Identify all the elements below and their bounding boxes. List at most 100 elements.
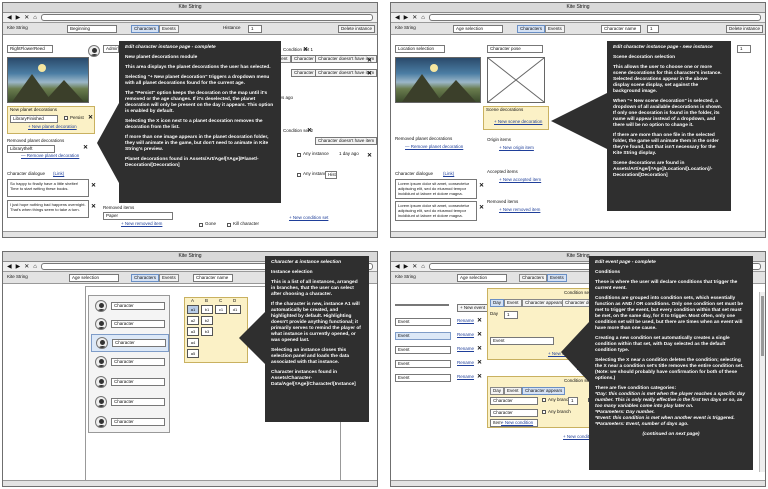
character-avatar[interactable]: [95, 376, 107, 388]
remove-planet-decoration-link[interactable]: — Remove planet decoration: [405, 144, 463, 150]
rename-link[interactable]: Rename: [457, 346, 474, 352]
new-scene-decoration-link[interactable]: + New scene decoration: [494, 119, 542, 125]
character-avatar[interactable]: [95, 416, 107, 428]
instance-select[interactable]: 1: [248, 25, 262, 33]
character-avatar[interactable]: [95, 300, 107, 312]
day-select[interactable]: 1: [504, 311, 518, 319]
age-select[interactable]: Beginning: [67, 25, 117, 33]
new-removed-item-link[interactable]: + New removed item: [499, 207, 540, 213]
instance-select[interactable]: 1: [647, 25, 659, 33]
new-origin-item-link[interactable]: + New origin item: [499, 145, 534, 151]
removed-decoration-select[interactable]: Librarytheft: [7, 145, 55, 153]
character-doesnt-have-button[interactable]: Character doesn't have item: [315, 137, 377, 145]
instance-cell[interactable]: b1: [201, 305, 213, 314]
remove-icon[interactable]: ✕: [477, 346, 482, 352]
tab-characters[interactable]: Characters: [131, 274, 160, 282]
character-name-box[interactable]: Character: [111, 398, 165, 406]
character-avatar[interactable]: [96, 337, 108, 349]
instance-select[interactable]: Histance: [325, 171, 337, 179]
forward-icon[interactable]: ▶: [16, 14, 21, 21]
back-icon[interactable]: ◀: [7, 263, 12, 270]
close-icon[interactable]: ✕: [412, 263, 417, 270]
instance-cell[interactable]: a4: [187, 338, 199, 347]
tab-characters[interactable]: Characters: [517, 25, 546, 33]
close-icon[interactable]: ✕: [24, 14, 29, 21]
character-name-select[interactable]: Character name: [601, 25, 641, 33]
back-icon[interactable]: ◀: [395, 263, 400, 270]
planet-decoration-select[interactable]: LibraryFinished: [10, 115, 58, 123]
condition-tab-day[interactable]: Day: [490, 387, 505, 395]
tab-events[interactable]: Events: [159, 25, 179, 33]
dialogue-box[interactable]: Lorem ipsum dolor sit amet, consectetur …: [395, 179, 477, 199]
location-select[interactable]: Location selection: [395, 45, 445, 53]
remove-icon[interactable]: ✕: [88, 115, 93, 121]
remove-planet-decoration-link[interactable]: — Remove planet decoration: [21, 153, 79, 159]
home-icon[interactable]: ⌂: [33, 15, 37, 21]
event-list-item[interactable]: Event: [395, 360, 451, 368]
age-select[interactable]: Age selection: [457, 274, 507, 282]
dialogue-box[interactable]: So happy to finally have a little shelte…: [7, 179, 89, 197]
scrollbar-thumb[interactable]: [761, 296, 764, 356]
character-avatar[interactable]: [95, 396, 107, 408]
character-row-selected[interactable]: Character: [91, 334, 169, 352]
remove-icon[interactable]: ✕: [91, 204, 96, 210]
dialogue-link[interactable]: (Link): [53, 171, 64, 177]
event-search-box[interactable]: [395, 304, 449, 306]
new-planet-decoration-link[interactable]: + New planet decoration: [28, 124, 77, 130]
condition-tab-character-appears[interactable]: Character appears: [522, 299, 566, 307]
dialogue-box[interactable]: Lorem ipsum dolor sit amet, consectetur …: [395, 201, 477, 221]
close-icon[interactable]: ✕: [24, 263, 29, 270]
instance-cell[interactable]: b3: [201, 327, 213, 336]
close-icon[interactable]: ✕: [412, 14, 417, 21]
instance-cell[interactable]: a3: [187, 327, 199, 336]
condition-tab-event[interactable]: Event: [504, 387, 522, 395]
dialogue-box[interactable]: I just hope nothing bad happens overnigh…: [7, 200, 89, 218]
remove-icon[interactable]: ✕: [477, 318, 482, 324]
character-pose-select[interactable]: Character pose: [487, 45, 543, 53]
branch-select[interactable]: 1: [568, 397, 578, 405]
event-list-item-selected[interactable]: Event: [395, 332, 451, 340]
instance-cell[interactable]: a5: [187, 349, 199, 358]
character-name-box[interactable]: Character: [111, 358, 165, 366]
new-removed-item-link[interactable]: + New removed item: [121, 221, 162, 227]
remove-icon[interactable]: ✕: [303, 47, 308, 53]
new-accepted-item-link[interactable]: + New accepted item: [499, 177, 541, 183]
tab-events[interactable]: Events: [159, 274, 179, 282]
scrollbar[interactable]: [759, 292, 765, 472]
tab-events[interactable]: Events: [547, 274, 567, 282]
tab-characters[interactable]: Characters: [131, 25, 160, 33]
event-list-item[interactable]: Event: [395, 346, 451, 354]
any-branch-checkbox[interactable]: [542, 398, 546, 402]
gone-checkbox[interactable]: [199, 223, 203, 227]
event-list-item[interactable]: Event: [395, 318, 451, 326]
character-select[interactable]: Character: [490, 409, 538, 417]
tab-characters[interactable]: Characters: [519, 274, 548, 282]
forward-icon[interactable]: ▶: [16, 263, 21, 270]
removed-item-select[interactable]: Paper: [103, 212, 173, 220]
character-select[interactable]: Character: [490, 397, 538, 405]
home-icon[interactable]: ⌂: [421, 264, 425, 270]
any-instance-checkbox[interactable]: [297, 173, 301, 177]
character-name-box[interactable]: Character: [111, 302, 165, 310]
back-icon[interactable]: ◀: [395, 14, 400, 21]
kill-character-checkbox[interactable]: [227, 223, 231, 227]
rename-link[interactable]: Rename: [457, 374, 474, 380]
url-bar[interactable]: [428, 14, 761, 21]
instance-cell[interactable]: a1: [187, 305, 199, 314]
character-name-box[interactable]: Character: [112, 339, 166, 347]
age-select[interactable]: Age selection: [453, 25, 503, 33]
home-icon[interactable]: ⌂: [33, 264, 37, 270]
remove-icon[interactable]: ✕: [477, 374, 482, 380]
instance-cell[interactable]: a2: [187, 316, 199, 325]
home-icon[interactable]: ⌂: [421, 15, 425, 21]
url-bar[interactable]: [40, 14, 373, 21]
character-image-select[interactable]: RightFlowerReed: [7, 45, 53, 53]
admin-select[interactable]: Admin: [103, 45, 119, 53]
tab-events[interactable]: Events: [545, 25, 565, 33]
remove-icon[interactable]: ✕: [479, 183, 484, 189]
remove-icon[interactable]: ✕: [367, 153, 372, 159]
new-condition-link[interactable]: + New condition: [501, 420, 533, 426]
character-name-box[interactable]: Character: [111, 418, 165, 426]
remove-icon[interactable]: ✕: [367, 58, 372, 64]
forward-icon[interactable]: ▶: [404, 14, 409, 21]
